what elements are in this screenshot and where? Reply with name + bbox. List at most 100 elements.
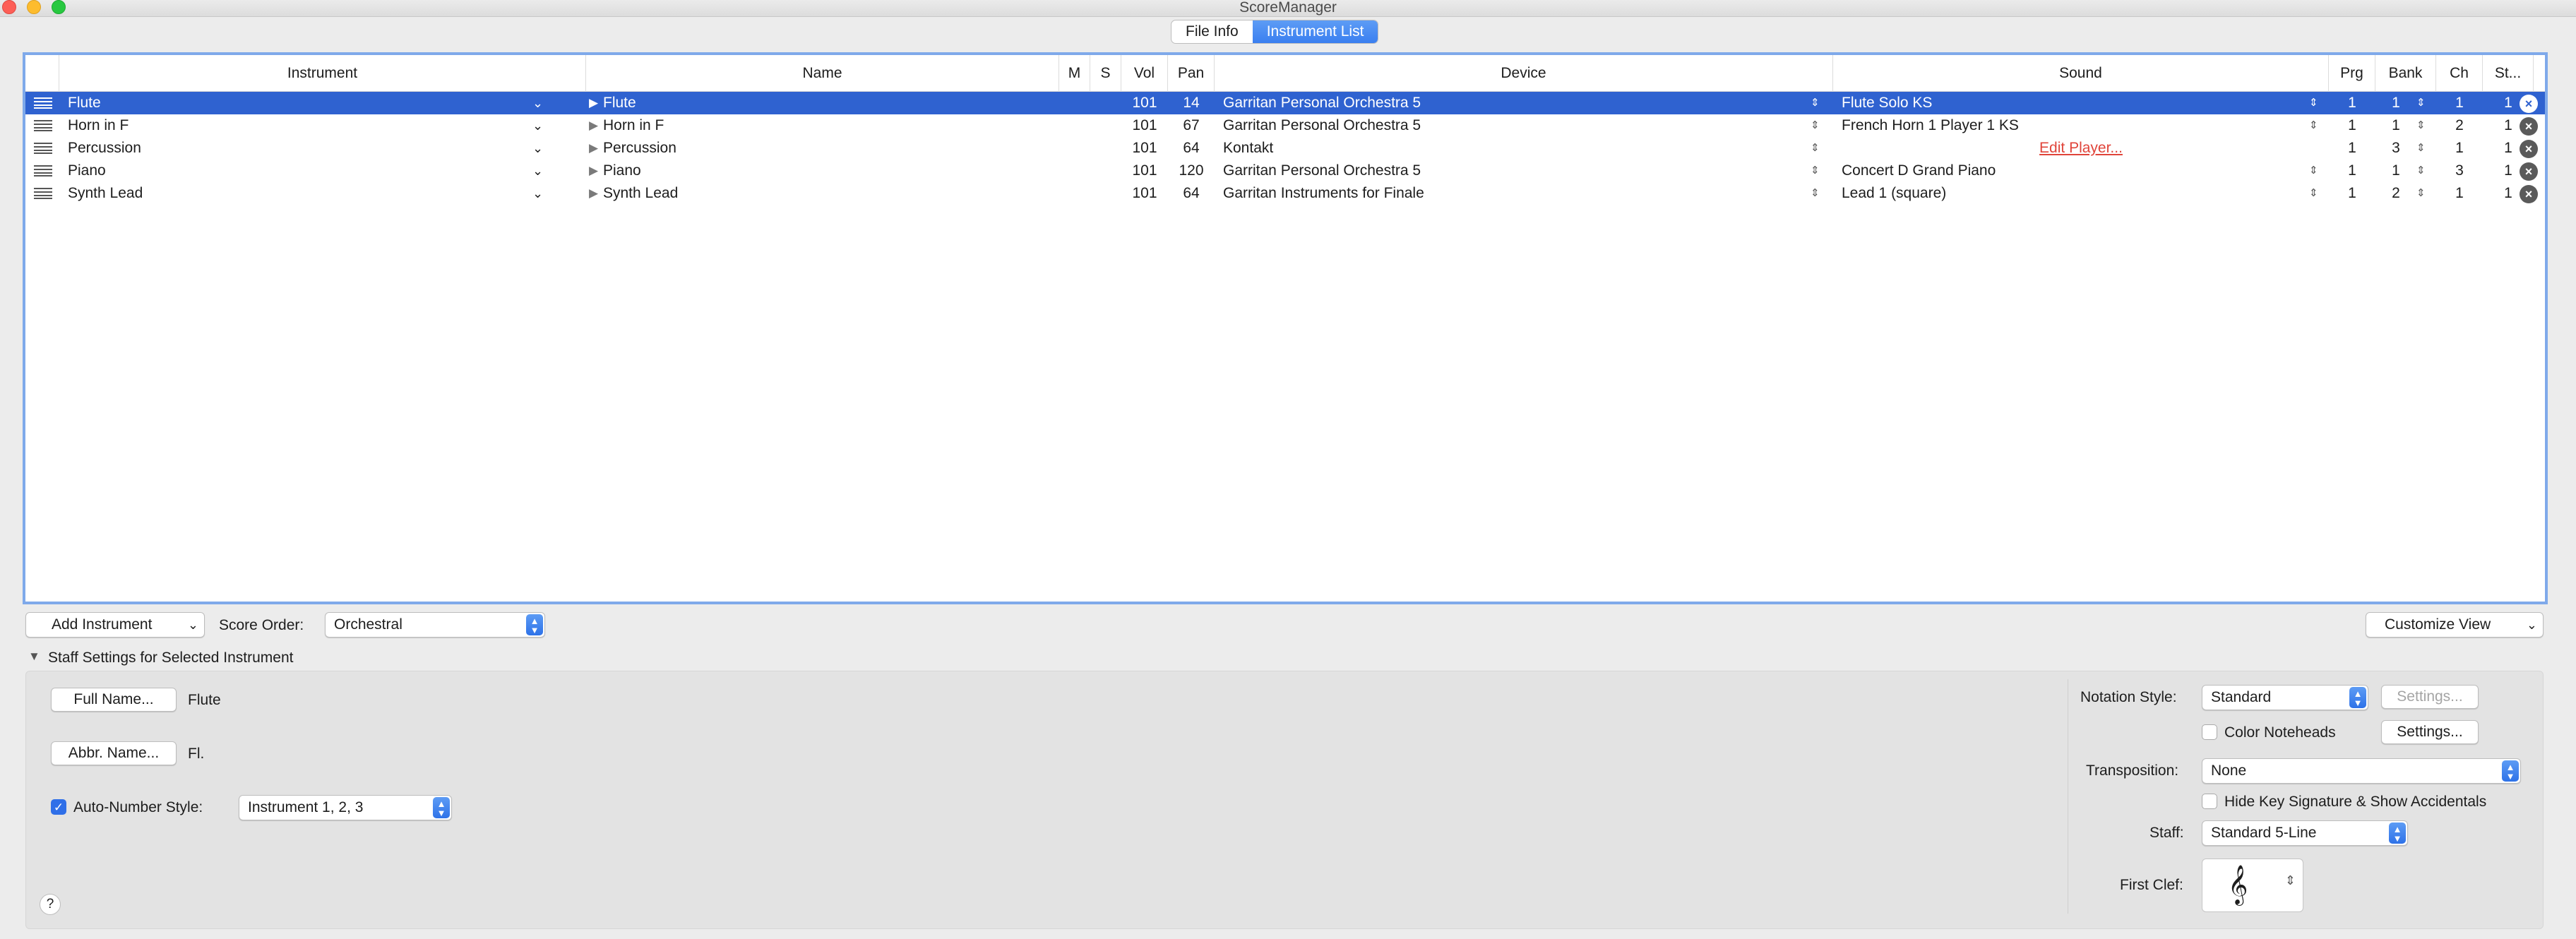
- add-instrument-menu[interactable]: Add Instrument ⌄: [25, 612, 205, 638]
- table-row[interactable]: Percussion ⌄ ▶ Percussion 101 64 Kontakt…: [25, 137, 2545, 160]
- channel-cell[interactable]: 1: [2436, 92, 2483, 114]
- disclosure-triangle-icon[interactable]: ▶: [589, 160, 598, 182]
- updown-arrows-icon[interactable]: ⇕: [1811, 114, 1820, 137]
- program-cell[interactable]: 1: [2329, 137, 2375, 160]
- instrument-cell[interactable]: Piano: [68, 160, 555, 182]
- updown-arrows-icon[interactable]: ⇕: [1811, 182, 1820, 205]
- pan-cell[interactable]: 67: [1168, 114, 1215, 137]
- sound-cell[interactable]: French Horn 1 Player 1 KS: [1842, 114, 2294, 137]
- drag-handle-icon[interactable]: [34, 97, 52, 109]
- updown-arrows-icon[interactable]: ⇕: [1811, 160, 1820, 182]
- updown-arrows-icon[interactable]: ⇕: [1811, 92, 1820, 114]
- column-header-channel[interactable]: Ch: [2436, 55, 2483, 92]
- updown-arrows-icon[interactable]: ⇕: [2416, 92, 2426, 114]
- updown-arrows-icon[interactable]: ⇕: [2309, 182, 2318, 205]
- volume-cell[interactable]: 101: [1121, 92, 1168, 114]
- tab-file-info[interactable]: File Info: [1171, 20, 1253, 43]
- hide-key-signature-checkbox[interactable]: [2202, 794, 2217, 809]
- bank-cell[interactable]: 1: [2375, 92, 2416, 114]
- column-header-volume[interactable]: Vol: [1121, 55, 1168, 92]
- chevron-down-icon[interactable]: ⌄: [532, 114, 543, 137]
- remove-instrument-icon[interactable]: ×: [2520, 140, 2538, 158]
- table-row[interactable]: Piano ⌄ ▶ Piano 101 120 Garritan Persona…: [25, 160, 2545, 182]
- updown-arrows-icon[interactable]: ⇕: [2309, 114, 2318, 137]
- updown-arrows-icon[interactable]: ⇕: [1811, 137, 1820, 160]
- chevron-down-icon[interactable]: ⌄: [532, 137, 543, 160]
- color-noteheads-settings-button[interactable]: Settings...: [2381, 720, 2479, 744]
- column-header-program[interactable]: Prg: [2329, 55, 2375, 92]
- updown-arrows-icon[interactable]: ⇕: [2309, 160, 2318, 182]
- chevron-down-icon[interactable]: ⌄: [532, 160, 543, 182]
- instrument-table[interactable]: Instrument Name M S Vol Pan Device Sound…: [23, 52, 2548, 604]
- updown-arrows-icon[interactable]: ⇕: [2416, 114, 2426, 137]
- program-cell[interactable]: 1: [2329, 160, 2375, 182]
- column-header-sound[interactable]: Sound: [1833, 55, 2329, 92]
- bank-cell[interactable]: 1: [2375, 114, 2416, 137]
- drag-handle-icon[interactable]: [34, 143, 52, 154]
- customize-view-menu[interactable]: Customize View ⌄: [2366, 612, 2544, 638]
- program-cell[interactable]: 1: [2329, 182, 2375, 205]
- volume-cell[interactable]: 101: [1121, 182, 1168, 205]
- edit-player-link[interactable]: Edit Player...: [2039, 140, 2123, 156]
- channel-cell[interactable]: 1: [2436, 137, 2483, 160]
- device-cell[interactable]: Garritan Instruments for Finale: [1223, 182, 1802, 205]
- sound-cell[interactable]: Concert D Grand Piano: [1842, 160, 2294, 182]
- volume-cell[interactable]: 101: [1121, 160, 1168, 182]
- first-clef-select[interactable]: 𝄞 ⇕: [2202, 859, 2303, 912]
- remove-instrument-icon[interactable]: ×: [2520, 95, 2538, 113]
- volume-cell[interactable]: 101: [1121, 137, 1168, 160]
- device-cell[interactable]: Garritan Personal Orchestra 5: [1223, 160, 1802, 182]
- channel-cell[interactable]: 2: [2436, 114, 2483, 137]
- channel-cell[interactable]: 3: [2436, 160, 2483, 182]
- channel-cell[interactable]: 1: [2436, 182, 2483, 205]
- updown-arrows-icon[interactable]: ⇕: [2416, 137, 2426, 160]
- disclosure-triangle-icon[interactable]: ▶: [589, 92, 598, 114]
- drag-handle-icon[interactable]: [34, 165, 52, 177]
- minimize-window-button[interactable]: [27, 0, 41, 14]
- help-button[interactable]: ?: [40, 894, 61, 915]
- remove-instrument-icon[interactable]: ×: [2520, 162, 2538, 181]
- disclosure-triangle-icon[interactable]: ▶: [589, 114, 598, 137]
- program-cell[interactable]: 1: [2329, 92, 2375, 114]
- column-header-bank[interactable]: Bank: [2375, 55, 2436, 92]
- table-row[interactable]: Flute ⌄ ▶ Flute 101 14 Garritan Personal…: [25, 92, 2545, 114]
- pan-cell[interactable]: 14: [1168, 92, 1215, 114]
- volume-cell[interactable]: 101: [1121, 114, 1168, 137]
- full-name-button[interactable]: Full Name...: [51, 688, 177, 712]
- updown-arrows-icon[interactable]: ⇕: [2416, 160, 2426, 182]
- column-header-device[interactable]: Device: [1215, 55, 1833, 92]
- device-cell[interactable]: Garritan Personal Orchestra 5: [1223, 92, 1802, 114]
- updown-arrows-icon[interactable]: ⇕: [2416, 182, 2426, 205]
- table-row[interactable]: Synth Lead ⌄ ▶ Synth Lead 101 64 Garrita…: [25, 182, 2545, 205]
- column-header-instrument[interactable]: Instrument: [59, 55, 586, 92]
- staff-settings-header[interactable]: Staff Settings for Selected Instrument: [48, 650, 293, 666]
- column-header-name[interactable]: Name: [586, 55, 1059, 92]
- instrument-cell[interactable]: Horn in F: [68, 114, 555, 137]
- abbr-name-button[interactable]: Abbr. Name...: [51, 741, 177, 765]
- pan-cell[interactable]: 64: [1168, 137, 1215, 160]
- disclosure-triangle-icon[interactable]: ▼: [28, 650, 40, 664]
- device-cell[interactable]: Kontakt: [1223, 137, 1802, 160]
- disclosure-triangle-icon[interactable]: ▶: [589, 137, 598, 160]
- table-row[interactable]: Horn in F ⌄ ▶ Horn in F 101 67 Garritan …: [25, 114, 2545, 137]
- transposition-select[interactable]: None ▲ ▼: [2202, 758, 2521, 784]
- instrument-cell[interactable]: Flute: [68, 92, 555, 114]
- column-header-pan[interactable]: Pan: [1168, 55, 1215, 92]
- pan-cell[interactable]: 120: [1168, 160, 1215, 182]
- bank-cell[interactable]: 1: [2375, 160, 2416, 182]
- color-noteheads-checkbox[interactable]: [2202, 724, 2217, 740]
- instrument-cell[interactable]: Synth Lead: [68, 182, 555, 205]
- chevron-down-icon[interactable]: ⌄: [532, 92, 543, 114]
- chevron-down-icon[interactable]: ⌄: [532, 182, 543, 205]
- sound-cell[interactable]: Lead 1 (square): [1842, 182, 2294, 205]
- column-header-mute[interactable]: M: [1059, 55, 1090, 92]
- drag-handle-icon[interactable]: [34, 188, 52, 199]
- bank-cell[interactable]: 3: [2375, 137, 2416, 160]
- close-window-button[interactable]: [2, 0, 16, 14]
- zoom-window-button[interactable]: [52, 0, 66, 14]
- sound-cell[interactable]: Flute Solo KS: [1842, 92, 2294, 114]
- drag-handle-icon[interactable]: [34, 120, 52, 131]
- program-cell[interactable]: 1: [2329, 114, 2375, 137]
- staff-select[interactable]: Standard 5-Line ▲ ▼: [2202, 820, 2408, 846]
- bank-cell[interactable]: 2: [2375, 182, 2416, 205]
